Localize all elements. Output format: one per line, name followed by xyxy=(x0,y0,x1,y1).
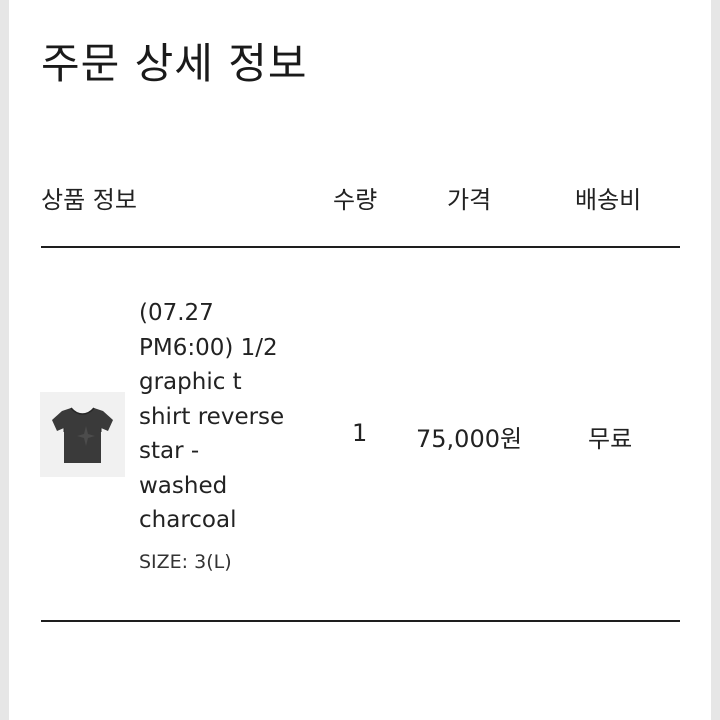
product-name-line: (07.27 xyxy=(139,300,214,326)
order-detail-panel: 주문 상세 정보 상품 정보 수량 가격 배송비 (07.27 PM6:00) … xyxy=(9,0,711,720)
order-shipping-fee: 무료 xyxy=(588,425,633,453)
product-name-line: shirt reverse xyxy=(139,403,285,430)
header-quantity: 수량 xyxy=(333,186,378,214)
header-shipping-fee: 배송비 xyxy=(575,186,642,214)
page-title: 주문 상세 정보 xyxy=(41,39,308,88)
table-row-divider xyxy=(41,620,680,622)
tshirt-icon xyxy=(52,407,113,463)
product-name-line: PM6:00) 1/2 xyxy=(139,334,278,361)
order-quantity: 1 xyxy=(352,419,368,447)
product-name-line: graphic t xyxy=(139,369,242,395)
product-size-option: SIZE: 3(L) xyxy=(139,551,232,573)
product-thumbnail[interactable] xyxy=(40,392,125,477)
table-header-divider xyxy=(41,246,680,248)
order-price: 75,000원 xyxy=(416,425,523,453)
product-name[interactable]: (07.27 PM6:00) 1/2 graphic t shirt rever… xyxy=(139,296,319,538)
header-price: 가격 xyxy=(447,186,492,214)
product-name-line: washed xyxy=(139,472,228,499)
header-product-info: 상품 정보 xyxy=(41,186,137,214)
product-name-line: star - xyxy=(139,438,200,464)
product-name-line: charcoal xyxy=(139,507,237,533)
